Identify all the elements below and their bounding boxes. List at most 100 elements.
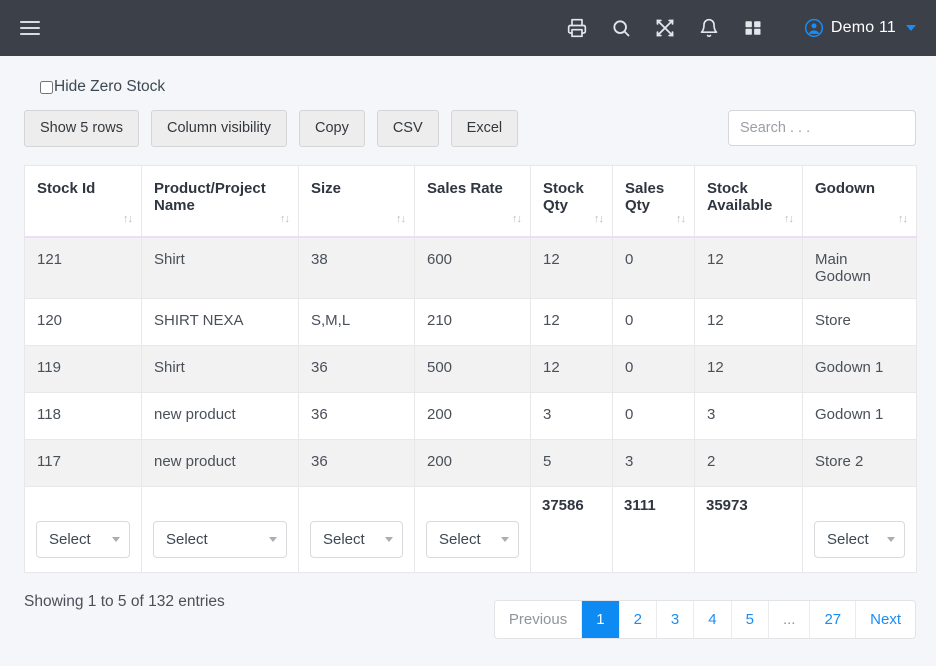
- table-row[interactable]: 120 SHIRT NEXA S,M,L 210 12 0 12 Store: [24, 298, 917, 347]
- cell-stock-available: 12: [694, 298, 803, 347]
- apps-grid-icon[interactable]: [742, 17, 764, 39]
- cell-godown: Store: [802, 298, 917, 347]
- show-rows-button[interactable]: Show 5 rows: [24, 110, 140, 147]
- column-header-sales-qty[interactable]: Sales Qty ↑↓: [612, 164, 695, 239]
- showing-entries-info: Showing 1 to 5 of 132 entries: [24, 593, 225, 611]
- cell-sales-qty: 0: [612, 236, 695, 300]
- cell-godown: Godown 1: [802, 345, 917, 394]
- page-previous[interactable]: Previous: [494, 601, 583, 638]
- cell-stock-qty: 5: [530, 439, 613, 488]
- cell-stock-qty: 3: [530, 392, 613, 441]
- column-header-size[interactable]: Size ↑↓: [298, 164, 415, 239]
- page-1[interactable]: 1: [582, 601, 620, 638]
- page-3[interactable]: 3: [656, 601, 695, 638]
- column-header-stock-available[interactable]: Stock Available ↑↓: [694, 164, 803, 239]
- page-4[interactable]: 4: [694, 601, 732, 638]
- page-next[interactable]: Next: [856, 601, 915, 638]
- hide-zero-stock-label: Hide Zero Stock: [54, 78, 166, 95]
- csv-button[interactable]: CSV: [376, 110, 439, 147]
- sort-icon[interactable]: ↑↓: [396, 213, 406, 225]
- cell-sales-qty: 0: [612, 345, 695, 394]
- chevron-down-icon: [269, 537, 277, 543]
- column-label: Stock Available: [707, 179, 773, 214]
- sort-icon[interactable]: ↑↓: [123, 213, 133, 225]
- cell-sales-rate: 600: [414, 236, 531, 300]
- table-row[interactable]: 118 new product 36 200 3 0 3 Godown 1: [24, 392, 917, 441]
- avatar-icon: [804, 18, 824, 38]
- cell-stock-qty: 12: [530, 236, 613, 300]
- filter-select-godown[interactable]: Select: [814, 521, 905, 559]
- column-label: Stock Qty: [543, 179, 584, 214]
- column-header-sales-rate[interactable]: Sales Rate ↑↓: [414, 164, 531, 239]
- footer-cell-sales-qty-total: 3111: [612, 486, 695, 574]
- cell-size: 36: [298, 345, 415, 394]
- column-header-stock-id[interactable]: Stock Id ↑↓: [24, 164, 142, 239]
- column-visibility-button[interactable]: Column visibility: [151, 110, 287, 147]
- pagination: Previous 1 2 3 4 5 ... 27 Next: [493, 600, 916, 639]
- column-label: Sales Rate: [427, 179, 503, 197]
- cell-sales-rate: 500: [414, 345, 531, 394]
- search-input[interactable]: [728, 110, 916, 147]
- stock-table: Stock Id ↑↓ Product/Project Name ↑↓ Size…: [24, 164, 917, 574]
- fullscreen-icon[interactable]: [654, 17, 676, 39]
- cell-godown: Main Godown: [802, 236, 917, 300]
- table-row[interactable]: 119 Shirt 36 500 12 0 12 Godown 1: [24, 345, 917, 394]
- hamburger-icon[interactable]: [20, 15, 46, 41]
- page-5[interactable]: 5: [731, 601, 769, 638]
- sort-icon[interactable]: ↑↓: [898, 213, 908, 225]
- page-2[interactable]: 2: [619, 601, 657, 638]
- column-label: Size: [311, 179, 342, 197]
- table-row[interactable]: 121 Shirt 38 600 12 0 12 Main Godown: [24, 236, 917, 300]
- cell-sales-qty: 3: [612, 439, 695, 488]
- column-header-product-name[interactable]: Product/Project Name ↑↓: [141, 164, 299, 239]
- filter-select-sales-rate[interactable]: Select: [426, 521, 519, 559]
- cell-sales-rate: 200: [414, 439, 531, 488]
- cell-stock-available: 2: [694, 439, 803, 488]
- select-label: Select: [323, 531, 365, 549]
- cell-product: SHIRT NEXA: [141, 298, 299, 347]
- sort-icon[interactable]: ↑↓: [676, 213, 686, 225]
- user-menu[interactable]: Demo 11: [804, 18, 916, 38]
- hide-zero-stock-input[interactable]: [40, 80, 53, 94]
- sort-icon[interactable]: ↑↓: [594, 213, 604, 225]
- filter-select-product[interactable]: Select: [153, 521, 287, 559]
- page-content: Hide Zero Stock Show 5 rows Column visib…: [0, 56, 936, 639]
- cell-stock-id: 121: [24, 236, 142, 300]
- sort-icon[interactable]: ↑↓: [512, 213, 522, 225]
- top-navbar: Demo 11: [0, 0, 936, 56]
- copy-button[interactable]: Copy: [298, 110, 365, 147]
- bell-icon[interactable]: [698, 17, 720, 39]
- filter-select-size[interactable]: Select: [310, 521, 403, 559]
- table-toolbar: Show 5 rows Column visibility Copy CSV E…: [24, 110, 916, 147]
- column-header-godown[interactable]: Godown ↑↓: [802, 164, 917, 239]
- cell-sales-qty: 0: [612, 298, 695, 347]
- cell-godown: Godown 1: [802, 392, 917, 441]
- sales-qty-total: 3111: [624, 497, 656, 515]
- table-bottom-bar: Showing 1 to 5 of 132 entries Previous 1…: [24, 593, 916, 639]
- cell-size: 36: [298, 392, 415, 441]
- table-row[interactable]: 117 new product 36 200 5 3 2 Store 2: [24, 439, 917, 488]
- page-ellipsis: ...: [768, 601, 811, 638]
- cell-size: 38: [298, 236, 415, 300]
- topbar-icon-group: Demo 11: [566, 17, 920, 39]
- search-icon[interactable]: [610, 17, 632, 39]
- cell-stock-qty: 12: [530, 298, 613, 347]
- chevron-down-icon: [501, 537, 509, 543]
- footer-cell-product: Select: [141, 486, 299, 574]
- cell-sales-qty: 0: [612, 392, 695, 441]
- sort-icon[interactable]: ↑↓: [784, 213, 794, 225]
- filter-select-stock-id[interactable]: Select: [36, 521, 130, 559]
- select-label: Select: [166, 531, 208, 549]
- cell-stock-available: 12: [694, 236, 803, 300]
- cell-stock-available: 12: [694, 345, 803, 394]
- column-header-stock-qty[interactable]: Stock Qty ↑↓: [530, 164, 613, 239]
- print-icon[interactable]: [566, 17, 588, 39]
- column-label: Stock Id: [37, 179, 96, 197]
- cell-product: Shirt: [141, 236, 299, 300]
- select-label: Select: [827, 531, 869, 549]
- hide-zero-stock-checkbox[interactable]: Hide Zero Stock: [40, 78, 916, 96]
- stock-table-body: 121 Shirt 38 600 12 0 12 Main Godown 120…: [24, 236, 917, 488]
- sort-icon[interactable]: ↑↓: [280, 213, 290, 225]
- excel-button[interactable]: Excel: [450, 110, 519, 147]
- page-27[interactable]: 27: [810, 601, 857, 638]
